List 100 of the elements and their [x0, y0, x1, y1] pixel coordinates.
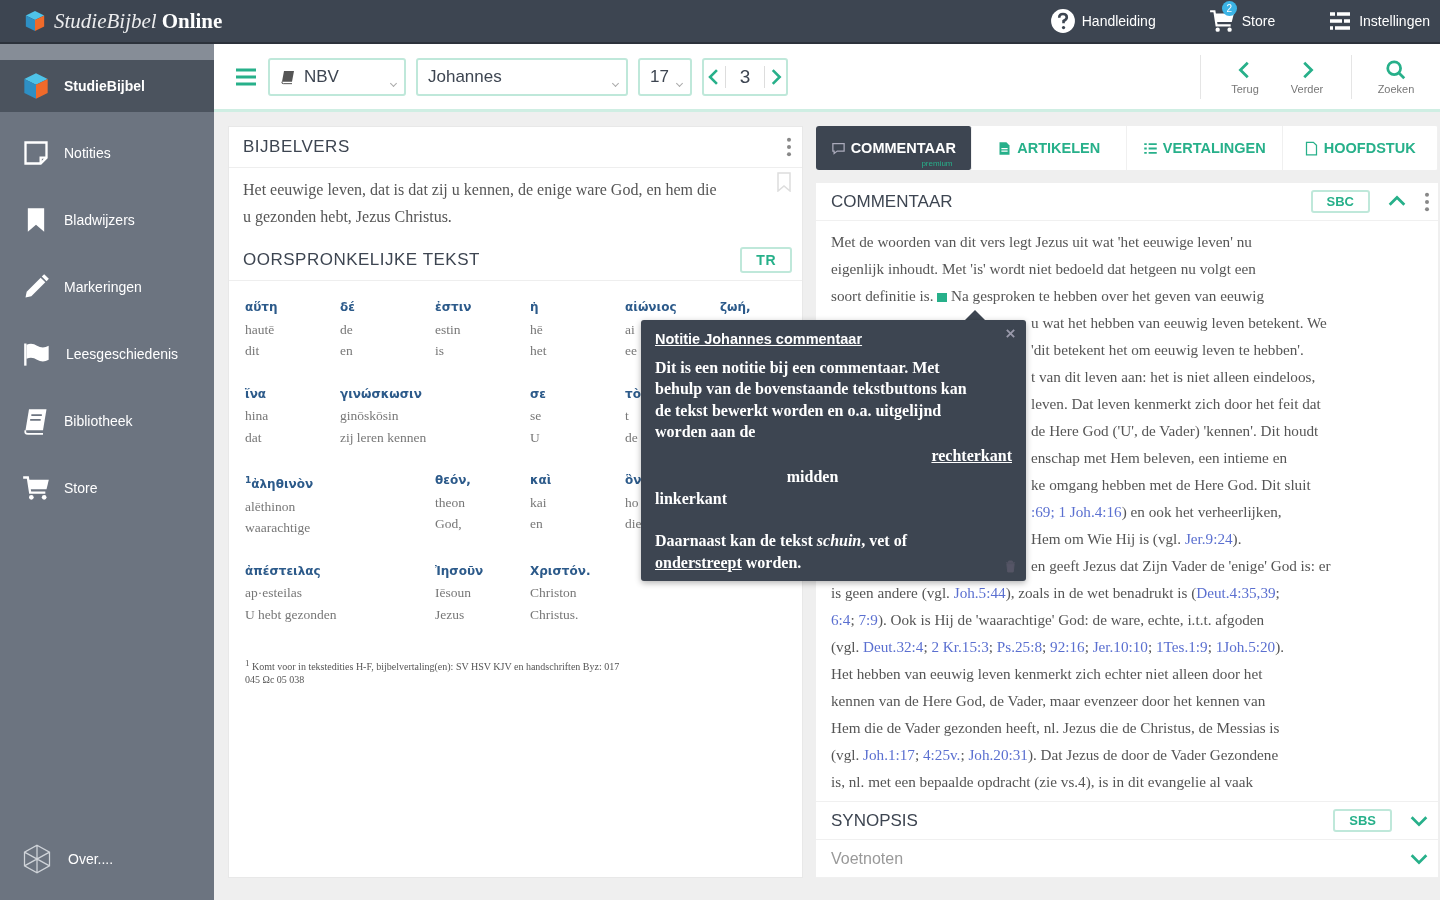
commentary-text: de Here God ('U', de Vader) 'kennen'. Dit houdt	[1031, 422, 1319, 439]
close-icon[interactable]	[1005, 328, 1016, 339]
scripture-link[interactable]: 92:16	[1050, 638, 1085, 655]
premium-label: premium	[921, 159, 953, 168]
transliteration: Iēsoun	[435, 584, 471, 602]
sidebar-item[interactable]: Store	[0, 454, 214, 521]
transliteration: ginōskōsin	[340, 407, 399, 425]
more-icon[interactable]	[786, 136, 792, 158]
tab[interactable]: COMMENTAAR premium	[816, 126, 972, 170]
panel-title: BIJBELVERS	[243, 137, 350, 157]
scripture-link[interactable]: 6:4	[831, 611, 851, 628]
word-translation: en	[530, 515, 543, 533]
scripture-link[interactable]: 1Joh.5:20	[1215, 638, 1276, 655]
section-title: SYNOPSIS	[831, 810, 919, 831]
book-icon	[280, 68, 296, 85]
sidebar-item[interactable]: Leesgeschiedenis	[0, 320, 214, 387]
app-title-suffix: Online	[161, 8, 223, 34]
topbar-link[interactable]: Instellingen	[1327, 9, 1430, 33]
commentary-text: is geen andere (vgl. Joh.5:44), zoals in de wet benadrukt is (Deut.4:35,39;	[831, 584, 1280, 601]
word-translation: Jezus	[435, 605, 465, 624]
greek-word[interactable]: ἵνα	[245, 383, 267, 405]
greek-word[interactable]: Ἰησοῦν	[435, 560, 484, 582]
word-translation: en	[340, 342, 353, 360]
search-icon[interactable]	[1385, 58, 1407, 81]
greek-word[interactable]: σε	[530, 383, 547, 405]
help-icon	[1049, 8, 1076, 34]
chapter-select[interactable]: 17	[638, 57, 692, 96]
book-select[interactable]: Johannes	[416, 57, 628, 96]
sidebar-item[interactable]: Bladwijzers	[0, 186, 214, 253]
sidebar-item[interactable]: Markeringen	[0, 253, 214, 320]
footnote: $^{1}$ Komt voor in tekstedities H-F, bijbelvertaling(en): SV HSV KJV en handschriften Byz: 017 045 Ωc 05 038	[244, 657, 621, 687]
transliteration: hautē	[245, 320, 275, 339]
sidebar-item[interactable]: Notities	[0, 119, 214, 186]
greek-word[interactable]: τὸ	[625, 383, 641, 405]
hexagon-icon	[22, 844, 52, 874]
translation-select[interactable]: NBV	[268, 57, 406, 96]
page-icon	[1303, 140, 1319, 156]
greek-word[interactable]: $^{1}$ἀληθινὸν	[245, 470, 314, 496]
more-icon[interactable]	[1424, 190, 1430, 213]
note-text: midden	[786, 467, 839, 487]
nav-button[interactable]: Zoeken	[1370, 58, 1422, 95]
greek-word[interactable]: δέ	[340, 297, 355, 319]
tab[interactable]: VERTALINGEN	[1127, 126, 1283, 170]
note-marker-icon[interactable]	[937, 293, 948, 302]
transliteration: ai	[625, 320, 635, 339]
about-link[interactable]: Over....	[0, 844, 214, 900]
commentary-text: Met de woorden van dit vers legt Jezus uit wat 'het eeuwige leven' nu	[831, 233, 1252, 250]
word-translation: God,	[435, 515, 462, 533]
scripture-link[interactable]: Joh.5:44	[953, 584, 1006, 601]
commentary-text: 6:4; 7:9). Ook is Hij de 'waarachtige' God: de ware, echte, i.t.t. afgoden	[831, 611, 1265, 628]
word-translation: waarachtige	[245, 519, 311, 537]
greek-word[interactable]: αὕτη	[245, 297, 278, 319]
scripture-link[interactable]: 7:9	[858, 611, 878, 628]
sidebar-item[interactable]: StudieBijbel	[0, 44, 214, 112]
scripture-link[interactable]: Jer.9:24	[1184, 530, 1233, 547]
greek-word[interactable]: αἰώνιος	[625, 297, 677, 319]
word-translation: Christus.	[530, 605, 579, 624]
scripture-link[interactable]: Joh.1:17	[863, 746, 915, 763]
scripture-link[interactable]: Jer.10:10	[1092, 638, 1148, 655]
greek-word[interactable]: ζωή,	[720, 297, 751, 319]
commentary-text: eigenlijk inhoudt. Met 'is' wordt niet bedoeld dat hetgeen nu volgt een	[831, 260, 1256, 277]
tab[interactable]: ARTIKELEN	[971, 126, 1127, 170]
source-select[interactable]: SBS	[1333, 809, 1392, 832]
app-title: StudieBijbel	[54, 8, 157, 34]
scripture-link[interactable]: Deut.32:4	[863, 638, 924, 655]
document-icon	[997, 140, 1013, 156]
topbar-link[interactable]: Handleiding	[1049, 8, 1156, 34]
scripture-link[interactable]: Deut.4:35,39	[1196, 584, 1276, 601]
tab[interactable]: HOOFDSTUK	[1282, 126, 1438, 170]
greek-word[interactable]: ἐστιν	[435, 297, 472, 319]
sidebar-item[interactable]: Bibliotheek	[0, 387, 214, 454]
commentary-text: en geeft Jezus dat Zijn Vader de 'enige' God is: er	[1031, 557, 1331, 574]
greek-word[interactable]: ὃν	[625, 470, 642, 492]
commentary-text: u wat het hebben van eeuwig leven betekent. We	[1031, 314, 1327, 331]
greek-word[interactable]: θεόν,	[435, 470, 471, 492]
trash-icon[interactable]	[1005, 560, 1016, 573]
nav-button[interactable]: Terug	[1219, 58, 1271, 95]
scripture-link[interactable]: 4:25v.	[923, 746, 961, 763]
word-translation: dit	[245, 342, 260, 360]
scripture-link[interactable]: 2 Kr.15:3	[931, 638, 989, 655]
greek-word[interactable]: καὶ	[530, 470, 552, 492]
greek-word[interactable]: ἀπέστειλας	[245, 560, 321, 582]
greek-word[interactable]: Χριστόν.	[530, 560, 591, 582]
scripture-link[interactable]: :69; 1 Joh.4:16	[1031, 503, 1122, 520]
scripture-link[interactable]: Joh.20:31	[968, 746, 1028, 763]
nav-button[interactable]: Verder	[1281, 58, 1333, 95]
source-select[interactable]: TR	[740, 247, 792, 273]
greek-word[interactable]: ἡ	[530, 297, 539, 319]
section-title: COMMENTAAR	[831, 191, 954, 212]
commentary-text: Hem om Wie Hij is (vgl. Jer.9:24).	[1031, 530, 1242, 547]
commentary-text: Hem die de Vader gezonden heeft, nl. Jezus die de Christus, de Messias is	[831, 719, 1280, 736]
word-translation: U hebt gezonden	[245, 605, 337, 624]
scripture-link[interactable]: 1Tes.1:9	[1155, 638, 1208, 655]
transliteration: estin	[435, 320, 461, 339]
source-select[interactable]: SBC	[1310, 190, 1370, 213]
scripture-link[interactable]: Ps.25:8	[996, 638, 1042, 655]
cube-logo-icon	[24, 10, 46, 32]
greek-word[interactable]: γινώσκωσιν	[340, 383, 422, 405]
commentary-text: (vgl. Deut.32:4; 2 Kr.15:3; Ps.25:8; 92:16; Jer.10:10; 1Tes.1:9; 1Joh.5:20).	[831, 638, 1285, 655]
note-title[interactable]: Notitie Johannes commentaar	[655, 329, 863, 351]
